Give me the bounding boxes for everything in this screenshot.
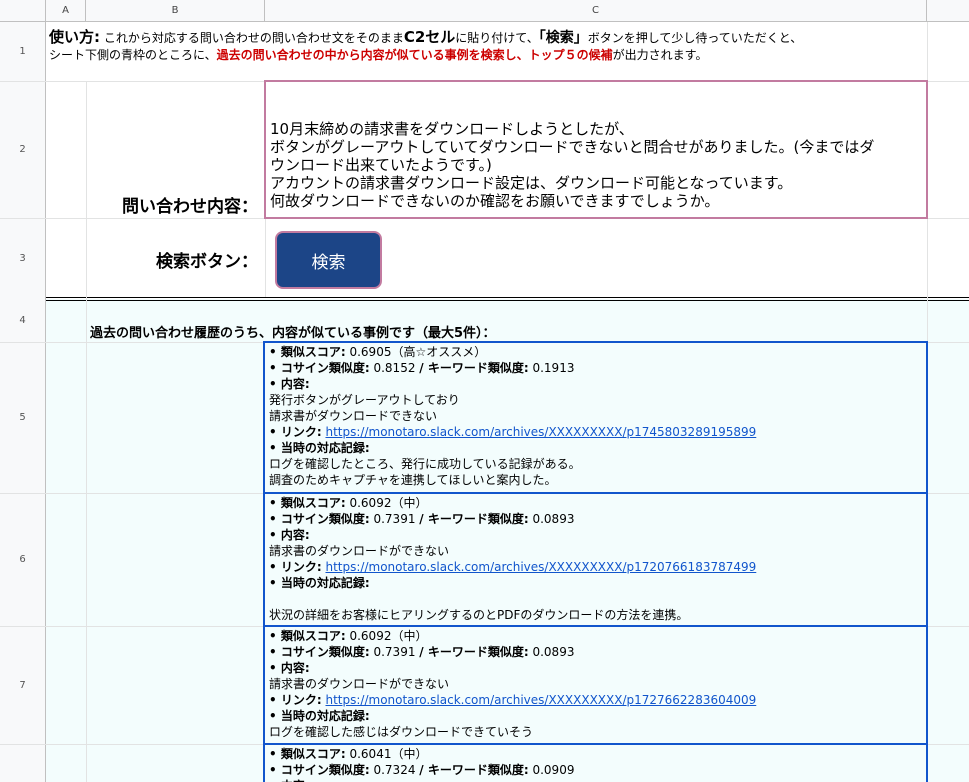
column-header-c[interactable]: C — [265, 0, 927, 22]
row-header-6[interactable]: 6 — [0, 493, 45, 626]
result-card-4[interactable]: • 類似スコア: 0.6041（中） • コサイン類似度: 0.7324 / キ… — [263, 743, 928, 782]
inquiry-label: 問い合わせ内容： — [122, 197, 258, 217]
result-link[interactable]: https://monotaro.slack.com/archives/XXXX… — [325, 425, 756, 439]
content-line: 請求書がダウンロードできない — [269, 409, 438, 423]
row-header-5[interactable]: 5 — [0, 342, 45, 493]
usage-line-1: 使い方: これから対応する問い合わせの問い合わせ文をそのままC2セルに貼り付けて… — [49, 29, 802, 47]
row-header-7[interactable]: 7 — [0, 626, 45, 744]
result-link[interactable]: https://monotaro.slack.com/archives/XXXX… — [325, 560, 756, 574]
usage-text-2: に貼り付けて、 — [455, 31, 539, 45]
keyword-similarity: 0.0909 — [528, 763, 575, 777]
result-card-3[interactable]: • 類似スコア: 0.6092（中） • コサイン類似度: 0.7391 / キ… — [263, 625, 928, 745]
keyword-similarity: 0.0893 — [528, 512, 575, 526]
content-line: 請求書のダウンロードができない — [269, 677, 450, 691]
record-line: 調査のためキャプチャを連携してほしいと案内した。 — [269, 473, 557, 487]
select-all-corner[interactable] — [0, 0, 46, 22]
inquiry-line: ボタンがグレーアウトしていてダウンロードできないと問合せがありました。(今までは… — [270, 138, 875, 156]
inquiry-line: 何故ダウンロードできないのか確認をお願いできますでしょうか。 — [270, 192, 720, 210]
row-header-4[interactable]: 4 — [0, 299, 45, 342]
row-header-3[interactable]: 3 — [0, 218, 45, 299]
result-card-2[interactable]: • 類似スコア: 0.6092（中） • コサイン類似度: 0.7391 / キ… — [263, 492, 928, 627]
content-line: 発行ボタンがグレーアウトしており — [269, 393, 460, 407]
inquiry-line: ウンロード出来ていたようです。) — [270, 156, 492, 174]
search-label: 検索ボタン： — [156, 252, 258, 272]
cosine-similarity: 0.7391 — [369, 645, 420, 659]
record-line — [269, 591, 926, 607]
similarity-score: 0.6041（中） — [345, 747, 428, 761]
inquiry-line: アカウントの請求書ダウンロード設定は、ダウンロード可能となっています。 — [270, 174, 793, 192]
gridline — [86, 81, 87, 782]
keyword-similarity: 0.1913 — [528, 361, 575, 375]
double-border-bottom — [46, 300, 969, 301]
row-header-2[interactable]: 2 — [0, 81, 45, 218]
usage-button-name: 「検索」 — [538, 30, 588, 46]
usage-cell-ref: C2セル — [403, 28, 456, 46]
content-line: 請求書のダウンロードができない — [269, 544, 450, 558]
search-button[interactable]: 検索 — [275, 231, 382, 289]
similarity-score: 0.6905（高☆オススメ） — [345, 345, 487, 359]
usage-text-5: が出力されます。 — [612, 48, 708, 62]
usage-label: 使い方 — [49, 28, 95, 46]
results-header: 過去の問い合わせ履歴のうち、内容が似ている事例です（最大5件）： — [90, 326, 496, 341]
column-header-b[interactable]: B — [86, 0, 265, 22]
cosine-similarity: 0.8152 — [369, 361, 420, 375]
result-card-1[interactable]: • 類似スコア: 0.6905（高☆オススメ） • コサイン類似度: 0.815… — [263, 341, 928, 494]
result-link[interactable]: https://monotaro.slack.com/archives/XXXX… — [325, 693, 756, 707]
inquiry-line: 10月末締めの請求書をダウンロードしようとしたが、 — [270, 120, 634, 138]
spreadsheet: A B C 1 2 3 4 5 6 7 使い方: これから対応する問い合わせの問… — [0, 0, 969, 782]
record-line: 状況の詳細をお客様にヒアリングするのとPDFのダウンロードの方法を連携。 — [269, 608, 689, 622]
double-border-top — [46, 297, 969, 298]
cosine-similarity: 0.7324 — [369, 763, 420, 777]
record-line: ログを確認したところ、発行に成功している記録がある。 — [269, 457, 581, 471]
cosine-similarity: 0.7391 — [369, 512, 420, 526]
usage-text-3: ボタンを押して少し待っていただくと、 — [587, 31, 803, 45]
column-header-a[interactable]: A — [46, 0, 86, 22]
similarity-score: 0.6092（中） — [345, 496, 428, 510]
column-header-d[interactable] — [927, 0, 969, 22]
usage-text-1: これから対応する問い合わせの問い合わせ文をそのまま — [100, 31, 404, 45]
row-header-1[interactable]: 1 — [0, 22, 45, 81]
inquiry-input-cell[interactable]: 10月末締めの請求書をダウンロードしようとしたが、 ボタンがグレーアウトしていて… — [264, 80, 928, 219]
usage-text-4: シート下側の青枠のところに、 — [49, 48, 217, 62]
usage-instructions: 使い方: これから対応する問い合わせの問い合わせ文をそのままC2セルに貼り付けて… — [49, 29, 802, 64]
record-line: ログを確認した感じはダウンロードできていそう — [269, 725, 534, 739]
similarity-score: 0.6092（中） — [345, 629, 428, 643]
usage-line-2: シート下側の青枠のところに、過去の問い合わせの中から内容が似ている事例を検索し、… — [49, 47, 802, 64]
usage-highlight: 過去の問い合わせの中から内容が似ている事例を検索し、トップ５の候補 — [216, 48, 613, 62]
keyword-similarity: 0.0893 — [528, 645, 575, 659]
